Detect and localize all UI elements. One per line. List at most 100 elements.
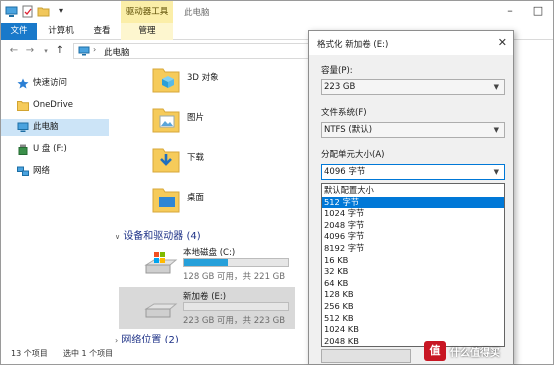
network-group-header[interactable]: › 网络位置 (2) <box>115 331 179 343</box>
item-count: 13 个项目 <box>11 349 48 358</box>
drive-tools-header: 驱动器工具 <box>121 1 173 23</box>
drive-e[interactable]: 新加卷 (E:) 223 GB 可用，共 223 GB <box>119 287 295 329</box>
tab-manage[interactable]: 管理 <box>121 23 173 40</box>
group-label: 网络位置 (2) <box>121 335 179 343</box>
sidebar-item-label: 网络 <box>33 166 51 176</box>
folder-label: 图片 <box>187 113 205 123</box>
format-dialog: 格式化 新加卷 (E:) ✕ 容量(P): 223 GB ▼ 文件系统(F) N… <box>308 30 514 365</box>
tab-computer[interactable]: 计算机 <box>41 23 81 40</box>
allocation-option[interactable]: 默认配置大小 <box>322 185 504 197</box>
file-system-label: 文件系统(F) <box>321 108 367 118</box>
allocation-option[interactable]: 512 KB <box>322 313 504 325</box>
new-folder-icon[interactable] <box>37 5 50 18</box>
pictures-folder-icon <box>152 108 180 133</box>
allocation-size-label: 分配单元大小(A) <box>321 150 385 160</box>
sidebar-item-onedrive[interactable]: OneDrive <box>1 97 109 114</box>
drive-icon <box>144 303 178 318</box>
breadcrumb: 此电脑 <box>104 48 130 58</box>
drive-space: 128 GB 可用，共 221 GB <box>183 272 286 282</box>
quick-access-dropdown[interactable]: ▾ <box>55 1 67 23</box>
start-button[interactable] <box>321 349 411 363</box>
chevron-down-icon: ▼ <box>493 126 499 134</box>
tab-view[interactable]: 查看 <box>85 23 119 40</box>
capacity-value: 223 GB <box>324 82 356 92</box>
selection-count: 选中 1 个项目 <box>63 349 114 358</box>
allocation-option[interactable]: 128 KB <box>322 289 504 301</box>
folder-label: 下载 <box>187 153 205 163</box>
maximize-button[interactable]: □ <box>525 1 551 23</box>
sidebar-item-label: 快速访问 <box>33 78 68 88</box>
allocation-size-select[interactable]: 4096 字节 ▼ <box>321 164 505 180</box>
watermark-badge: 值 <box>424 341 446 361</box>
sidebar-item-network[interactable]: 网络 <box>1 163 109 180</box>
window-title: 此电脑 <box>184 8 210 18</box>
allocation-option[interactable]: 2048 字节 <box>322 220 504 232</box>
usb-icon <box>18 144 28 155</box>
folder-icon <box>17 101 29 111</box>
allocation-size-dropdown-list: 默认配置大小 512 字节 1024 字节 2048 字节 4096 字节 8192 字节… <box>321 183 505 347</box>
sidebar-item-this-pc[interactable]: 此电脑 <box>1 119 109 136</box>
address-bar[interactable]: › 此电脑 <box>73 43 309 59</box>
recent-locations-button[interactable]: ▾ <box>39 43 53 59</box>
chevron-right-icon: › <box>115 336 119 343</box>
allocation-option[interactable]: 256 KB <box>322 301 504 313</box>
allocation-option[interactable]: 4096 字节 <box>322 231 504 243</box>
desktop-folder-icon <box>152 188 180 213</box>
folder-desktop[interactable]: 桌面 <box>149 185 309 221</box>
capacity-select[interactable]: 223 GB ▼ <box>321 79 505 95</box>
drive-space: 223 GB 可用，共 223 GB <box>183 316 286 326</box>
watermark-text: 什么值得买 <box>450 348 500 359</box>
title-bar: ▾ 驱动器工具 此电脑 – □ <box>1 1 553 23</box>
allocation-option[interactable]: 1024 字节 <box>322 208 504 220</box>
content-pane: 3D 对象 图片 下载 桌面 ∨ 设备和驱动器 (4) 本地磁盘 (C:) 12… <box>113 61 313 343</box>
allocation-option[interactable]: 16 KB <box>322 255 504 267</box>
up-button[interactable]: ↑ <box>53 43 67 59</box>
sidebar-item-usb-drive[interactable]: U 盘 (F:) <box>1 141 109 158</box>
star-icon <box>17 78 29 89</box>
folder-label: 3D 对象 <box>187 73 219 83</box>
properties-icon[interactable] <box>21 5 34 18</box>
breadcrumb-chevron-icon: › <box>93 45 97 54</box>
folder-label: 桌面 <box>187 193 205 203</box>
file-system-select[interactable]: NTFS (默认) ▼ <box>321 122 505 138</box>
drive-name: 本地磁盘 (C:) <box>183 248 236 258</box>
computer-icon <box>5 6 18 17</box>
dialog-title-bar: 格式化 新加卷 (E:) ✕ <box>309 31 513 55</box>
dialog-title: 格式化 新加卷 (E:) <box>317 40 389 50</box>
file-system-value: NTFS (默认) <box>324 125 373 135</box>
devices-group-header[interactable]: ∨ 设备和驱动器 (4) <box>115 227 201 242</box>
allocation-option[interactable]: 32 KB <box>322 266 504 278</box>
allocation-option[interactable]: 8192 字节 <box>322 243 504 255</box>
drive-usage-bar <box>183 302 289 311</box>
system-drive-icon <box>144 252 178 274</box>
forward-button[interactable]: → <box>23 43 37 59</box>
folder-3d-objects[interactable]: 3D 对象 <box>149 65 309 101</box>
folder-pictures[interactable]: 图片 <box>149 105 309 141</box>
drive-c[interactable]: 本地磁盘 (C:) 128 GB 可用，共 221 GB <box>119 243 295 285</box>
computer-icon <box>78 46 90 56</box>
chevron-down-icon: ▼ <box>493 83 499 91</box>
allocation-option[interactable]: 1024 KB <box>322 324 504 336</box>
tab-file[interactable]: 文件 <box>1 23 37 40</box>
allocation-option[interactable]: 64 KB <box>322 278 504 290</box>
chevron-down-icon: ∨ <box>115 233 121 241</box>
allocation-option[interactable]: 512 字节 <box>322 196 504 209</box>
folder-downloads[interactable]: 下载 <box>149 145 309 181</box>
watermark: 值 什么值得买 <box>424 340 550 362</box>
allocation-size-value: 4096 字节 <box>324 167 366 177</box>
group-label: 设备和驱动器 (4) <box>123 231 201 242</box>
capacity-label: 容量(P): <box>321 66 353 76</box>
sidebar-item-label: OneDrive <box>33 100 73 110</box>
drive-usage-bar <box>183 258 289 267</box>
computer-icon <box>17 122 29 132</box>
navigation-pane: 快速访问 OneDrive 此电脑 U 盘 (F:) 网络 <box>1 63 109 343</box>
drive-usage-fill <box>184 259 228 266</box>
minimize-button[interactable]: – <box>497 1 523 23</box>
network-icon <box>17 166 29 176</box>
close-button[interactable]: ✕ <box>498 36 507 49</box>
drive-name: 新加卷 (E:) <box>183 292 227 302</box>
sidebar-item-label: 此电脑 <box>33 122 59 132</box>
sidebar-item-label: U 盘 (F:) <box>33 144 67 154</box>
back-button[interactable]: ← <box>7 43 21 59</box>
sidebar-item-quick-access[interactable]: 快速访问 <box>1 75 109 92</box>
